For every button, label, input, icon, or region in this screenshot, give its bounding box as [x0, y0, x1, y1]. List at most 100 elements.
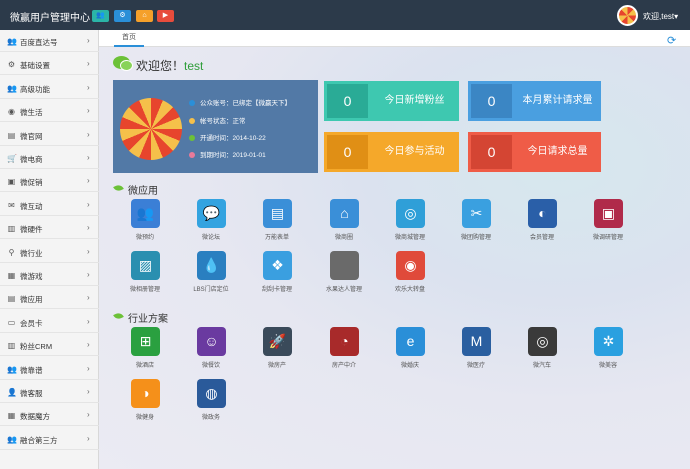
- bullet-icon: [189, 135, 195, 141]
- apple-icon: [330, 251, 359, 280]
- user-group-icon: 👥: [96, 12, 105, 19]
- user-group-button[interactable]: 👥: [92, 10, 109, 22]
- app-tile[interactable]: ❖ 刮刮卡管理: [247, 251, 307, 299]
- account-info-row: 开通时间：2014-10-22: [189, 132, 266, 142]
- coupon-icon: ▣: [7, 177, 16, 187]
- sidebar-item[interactable]: ▦ 微游戏 ›: [0, 265, 99, 286]
- app-label: 微房产: [267, 363, 286, 369]
- avatar[interactable]: [617, 5, 638, 26]
- sidebar-item[interactable]: 👤 微客服 ›: [0, 382, 99, 403]
- sidebar-item-label: 微官网: [20, 131, 43, 141]
- app-title: 微赢用户管理中心: [10, 13, 90, 24]
- form-icon: ▤: [263, 199, 292, 228]
- film-icon: ◎: [396, 199, 425, 228]
- app-icon: ▤: [7, 294, 16, 304]
- sidebar-item[interactable]: 👥 微靠谱 ›: [0, 359, 99, 380]
- firefox-icon: ◔: [330, 327, 359, 356]
- gear-icon: ⚙: [119, 12, 126, 19]
- app-tile[interactable]: ◎ 微商城管理: [380, 199, 440, 247]
- app-label: 万能表单: [264, 235, 289, 241]
- sidebar-item[interactable]: ▣ 微促销 ›: [0, 171, 99, 193]
- app-tile[interactable]: ◐ 会员管理: [512, 199, 572, 247]
- users-icon: 👥: [131, 199, 160, 228]
- dropbox-icon: ❖: [263, 251, 292, 280]
- sidebar: 👥 百度直达号 › ⚙ 基础设置 › 👥 高级功能 › ◉ 微生活 › ▤ 微官网 › 🛒 微电商 › ▣ 微促销 › ✉…: [0, 30, 99, 469]
- home-button[interactable]: ⌂: [136, 10, 153, 22]
- settings-button[interactable]: ⚙: [114, 10, 131, 22]
- app-tile[interactable]: ▤ 万能表单: [247, 199, 307, 247]
- sidebar-item-label: 微客服: [20, 389, 43, 398]
- app-tile[interactable]: 👥 微预约: [115, 199, 175, 247]
- app-tile[interactable]: ⌂ 微商圈: [314, 199, 374, 247]
- survey-icon: ▣: [594, 199, 623, 228]
- app-label: 微商城管理: [394, 235, 425, 241]
- app-tile[interactable]: ◉ 欢乐大转盘: [380, 251, 440, 299]
- sidebar-item[interactable]: 👥 百度直达号 ›: [0, 31, 99, 52]
- sidebar-item[interactable]: 👥 高级功能 ›: [0, 78, 99, 99]
- app-tile[interactable]: ◎ 微汽车: [512, 327, 572, 375]
- app-tile[interactable]: ✲ 微美容: [578, 327, 638, 375]
- play-button[interactable]: ▶: [157, 10, 174, 22]
- app-tile[interactable]: 💬 微论坛: [181, 199, 241, 247]
- sidebar-item-label: 粉丝CRM: [20, 342, 53, 352]
- app-tile[interactable]: ◑ 微健身: [115, 379, 175, 427]
- stat-card: 0 今日参与活动: [324, 132, 459, 172]
- sidebar-item[interactable]: ✉ 微互动 ›: [0, 195, 99, 216]
- tab-strip: 首页: [99, 30, 690, 47]
- chevron-right-icon: ›: [87, 59, 90, 69]
- sidebar-item[interactable]: ⚙ 基础设置 ›: [0, 54, 99, 76]
- stat-label: 今日新增粉丝: [384, 95, 445, 106]
- sidebar-item[interactable]: ▦ 数据魔方 ›: [0, 405, 99, 427]
- app-tile[interactable]: 💧 LBS门店定位: [181, 251, 241, 299]
- tools-icon: ✲: [594, 327, 623, 356]
- app-tile[interactable]: e 微婚庆: [380, 327, 440, 375]
- sidebar-item[interactable]: ⚲ 微行业 ›: [0, 242, 99, 263]
- sidebar-item[interactable]: ▥ 粉丝CRM ›: [0, 335, 99, 357]
- app-label: 房产中介: [331, 363, 356, 369]
- app-tile[interactable]: ▣ 微调研管理: [578, 199, 638, 247]
- chat-icon: ✉: [8, 200, 15, 210]
- sidebar-item-label: 高级功能: [20, 84, 50, 94]
- app-label: 微商圈: [334, 235, 353, 241]
- app-tile[interactable]: M 微医疗: [446, 327, 506, 375]
- sidebar-item[interactable]: ▭ 会员卡 ›: [0, 312, 99, 333]
- sidebar-item-label: 微硬件: [20, 225, 43, 235]
- account-info-text: 公众账号：已绑定【微赢天下】: [200, 100, 291, 107]
- app-tile[interactable]: ☺ 微餐饮: [181, 327, 241, 375]
- user-menu[interactable]: 欢迎,test▾: [643, 11, 678, 22]
- app-tile[interactable]: ⊞ 微酒店: [115, 327, 175, 375]
- app-label: 微健身: [135, 415, 154, 421]
- bullet-icon: [189, 152, 195, 158]
- sidebar-item-label: 微促销: [20, 178, 43, 188]
- app-tile[interactable]: ✂ 微团购管理: [446, 199, 506, 247]
- app-tile[interactable]: 水果达人管理: [314, 251, 374, 299]
- app-tile[interactable]: ◔ 房产中介: [314, 327, 374, 375]
- account-info-row: 公众账号：已绑定【微赢天下】: [189, 97, 291, 107]
- home-icon: ⌂: [142, 12, 147, 19]
- sidebar-item[interactable]: 🛒 微电商 ›: [0, 148, 99, 169]
- app-label: LBS门店定位: [193, 287, 229, 293]
- app-label: 微预约: [135, 235, 154, 241]
- app-tile[interactable]: 🚀 微房产: [247, 327, 307, 375]
- cube-icon: ▦: [7, 411, 16, 421]
- globe-icon: ◍: [197, 379, 226, 408]
- app-tile[interactable]: ▨ 微相册管理: [115, 251, 175, 299]
- chevron-right-icon: ›: [87, 153, 90, 162]
- tab-home[interactable]: 首页: [114, 30, 144, 47]
- refresh-icon[interactable]: ⟳: [667, 34, 676, 47]
- wechat-icon: [113, 56, 133, 71]
- smiley-icon: ☺: [197, 327, 226, 356]
- sidebar-item[interactable]: ▥ 微硬件 ›: [0, 218, 99, 240]
- welcome-prefix: 欢迎您！: [136, 59, 185, 73]
- stat-value: 0: [471, 84, 512, 118]
- sidebar-item[interactable]: 👥 融合第三方 ›: [0, 429, 99, 450]
- app-label: 微汽车: [532, 363, 551, 369]
- users-icon: 👥: [7, 434, 17, 444]
- chevron-right-icon: ›: [87, 363, 90, 373]
- sidebar-item-label: 微电商: [20, 155, 43, 164]
- sidebar-item[interactable]: ▤ 微官网 ›: [0, 125, 99, 146]
- app-tile[interactable]: ◍ 微政务: [181, 379, 241, 427]
- tools-icon: ✂: [462, 199, 491, 228]
- sidebar-item[interactable]: ▤ 微应用 ›: [0, 288, 99, 310]
- sidebar-item[interactable]: ◉ 微生活 ›: [0, 101, 99, 123]
